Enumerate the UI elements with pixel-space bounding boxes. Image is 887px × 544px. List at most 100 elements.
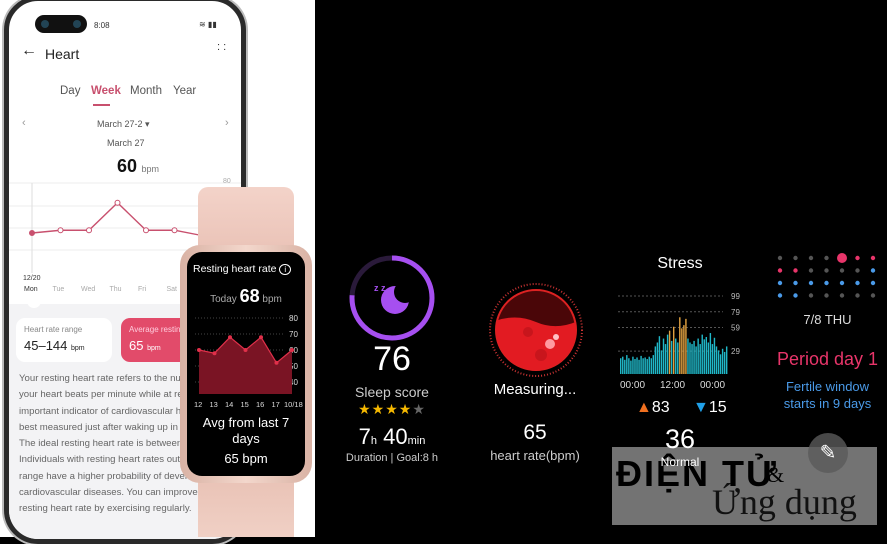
stress-bar [713, 337, 716, 374]
x-tick-label: Thu [110, 286, 122, 293]
minutes: 40 [383, 424, 408, 449]
calendar-dot [870, 280, 876, 286]
watch-resting-chart: 807060504012131415161710/18 [194, 314, 303, 409]
stress-bar [681, 328, 683, 374]
stress-bar [723, 351, 726, 374]
calendar-dot [824, 280, 829, 286]
stress-bar [677, 342, 679, 374]
stress-bar [654, 346, 657, 374]
data-point [171, 227, 178, 234]
period-date: 7/8 THU [803, 312, 852, 327]
sleep-ring: z z [349, 255, 435, 341]
stress-bar [705, 336, 708, 374]
stress-bar [691, 344, 693, 374]
stress-bar [626, 355, 628, 374]
star-icon: ★ [385, 401, 399, 417]
calendar-dot [824, 268, 829, 273]
area [199, 337, 292, 394]
calendar-dot [839, 293, 845, 298]
stress-bar [632, 356, 634, 374]
calendar-dot [777, 293, 783, 298]
stress-bar [719, 354, 722, 374]
data-point [290, 348, 294, 352]
stress-title: Stress [657, 255, 703, 272]
calendar-dot [793, 280, 798, 286]
x-tick-label: 16 [256, 400, 264, 409]
calendar-dot [808, 255, 814, 261]
stress-bar [630, 360, 632, 374]
x-tick-label: 12 [194, 400, 202, 409]
stress-bar [652, 355, 655, 374]
y-tick: 80 [223, 178, 231, 185]
tab-year[interactable]: Year [173, 85, 196, 97]
calendar-dot [837, 253, 847, 263]
stress-bar [666, 334, 669, 374]
stress-bar [638, 359, 640, 374]
star-icon: ★ [371, 401, 386, 417]
x-tick-label: Sat [167, 286, 178, 293]
star-icon: ★ [412, 401, 426, 417]
stress-min: ▼15 [693, 399, 727, 417]
next-icon[interactable]: › [225, 117, 229, 129]
watch-title: Resting heart rate i [193, 263, 292, 275]
period-calendar-dots [777, 253, 876, 298]
stress-bar [703, 339, 705, 374]
edit-pencil-icon[interactable]: ✎ [808, 433, 848, 473]
x-tick-label: 10/18 [284, 400, 303, 409]
stress-bar [620, 358, 622, 374]
more-icon[interactable]: : : [217, 42, 226, 53]
sleep-duration: 7h 40min [342, 424, 442, 450]
calendar-dot [793, 255, 798, 261]
today-value: 68 [239, 286, 260, 306]
x-date-label: 12/20 [23, 275, 41, 282]
hours-unit: h [370, 435, 378, 447]
stress-bar [656, 342, 659, 374]
stress-bar [644, 357, 646, 374]
tab-indicator [93, 104, 110, 106]
heart-rate-label: heart rate(bpm) [490, 448, 580, 463]
stress-bar [664, 344, 667, 374]
data-point [274, 360, 279, 365]
x-tick-label: 15 [241, 400, 249, 409]
stress-bar [662, 338, 665, 374]
x-tick-label: Mon [24, 286, 38, 293]
prev-icon[interactable]: ‹ [22, 117, 26, 129]
down-triangle-icon: ▼ [693, 399, 709, 416]
stress-bar [693, 340, 695, 374]
slider-handle[interactable] [27, 294, 41, 308]
stress-bar [672, 326, 675, 374]
stress-bar [628, 358, 630, 374]
calendar-dot [855, 268, 860, 273]
stress-max: ▲83 [636, 399, 670, 417]
sleep-score: 76 [373, 340, 411, 378]
watch-case: Resting heart rate i Today 68 bpm 807060… [180, 245, 312, 483]
watermark-line2: Ứng dụng [712, 482, 857, 522]
stress-bar [679, 317, 681, 374]
date-range-select[interactable]: March 27-2 ▾ [97, 119, 150, 130]
up-triangle-icon: ▲ [636, 399, 652, 416]
x-tick-label: 00:00 [620, 380, 645, 391]
stress-min-value: 15 [708, 399, 727, 416]
range-value: 45–144 [24, 338, 68, 353]
today-label: Today [210, 294, 237, 305]
stress-bar [699, 344, 701, 374]
data-point [212, 351, 217, 356]
stress-bar [640, 355, 642, 374]
stress-bar [648, 356, 650, 374]
stress-max-value: 83 [651, 399, 670, 416]
data-point [228, 335, 232, 340]
status-time: 8:08 [94, 21, 110, 30]
tab-month[interactable]: Month [130, 85, 162, 97]
info-icon[interactable]: i [279, 264, 292, 275]
stress-bar [650, 358, 652, 374]
date-range: March 27-2 [97, 119, 143, 129]
range-unit: bpm [71, 345, 85, 352]
tab-day[interactable]: Day [60, 85, 80, 97]
calendar-dot [855, 293, 860, 298]
stress-bar [709, 333, 712, 374]
back-arrow-icon[interactable]: ← [21, 42, 37, 60]
stress-bar [697, 338, 699, 374]
calendar-dot [855, 255, 860, 261]
y-tick-label: 29 [731, 347, 740, 356]
tab-week[interactable]: Week [91, 85, 121, 97]
